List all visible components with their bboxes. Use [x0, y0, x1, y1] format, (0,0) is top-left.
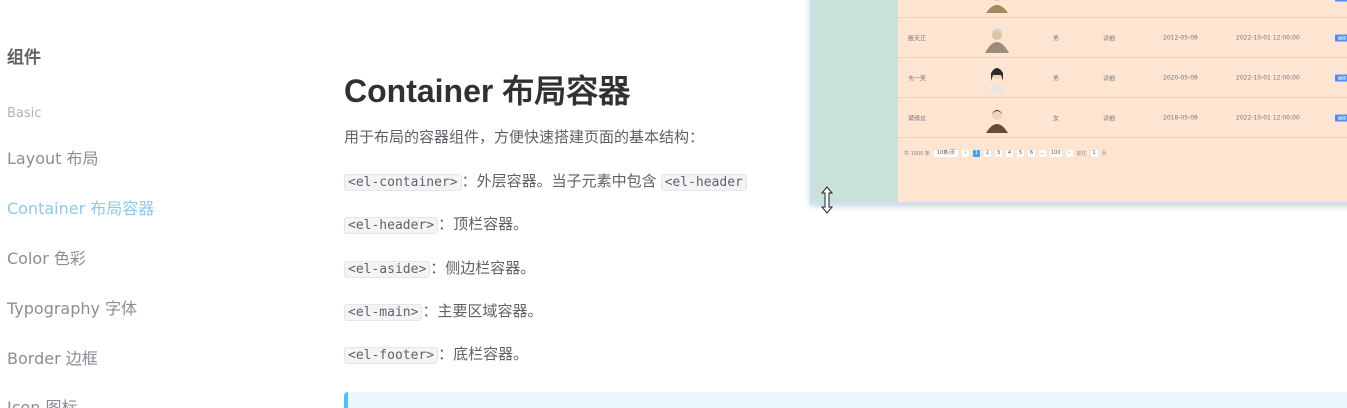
table-row: 殷天正 男 详细 2012-05-09 2022-10-01 12:00:00 … [898, 18, 1347, 58]
sidebar-item-color[interactable]: Color 色彩 [7, 245, 86, 269]
resize-cursor-icon [820, 186, 834, 214]
page-ellipsis[interactable]: ... [1038, 150, 1046, 157]
goto-prefix: 前往 [1076, 151, 1087, 157]
page-description: 用于布局的容器组件，方便快速搭建页面的基本结构： [344, 128, 705, 146]
table-row: 黛绮丝 女 详细 2018-05-09 2022-10-01 12:00:00 … [898, 98, 1347, 138]
edit-button[interactable]: 编辑 [1335, 34, 1347, 41]
demo-block[interactable] [344, 392, 1347, 408]
avatar-image [985, 28, 1009, 53]
table-row: 韦一笑 男 详细 2020-05-09 2022-10-01 12:00:00 … [898, 58, 1347, 98]
sidebar-heading: 组件 [7, 48, 41, 68]
gender-cell: 女 [1053, 115, 1060, 122]
footer-text: ：底栏容器。 [438, 345, 529, 363]
aside-line: <el-aside> ：侧边栏容器。 [344, 257, 535, 279]
sidebar-item-layout[interactable]: Layout 布局 [7, 145, 98, 169]
name-cell: 殷天正 [908, 35, 927, 42]
page-size-select[interactable]: 10条/页 [933, 150, 958, 157]
sidebar: 组件 Basic Layout 布局 Container 布局容器 Color … [0, 0, 300, 408]
header-text: ：顶栏容器。 [438, 215, 529, 233]
page-3[interactable]: 3 [994, 150, 1002, 157]
sidebar-item-icon[interactable]: Icon 图标 [7, 394, 78, 408]
page-1[interactable]: 1 [972, 150, 980, 157]
avatar-image [986, 109, 1008, 133]
detail-cell: 详细 [1103, 75, 1116, 82]
header-line: <el-header> ：顶栏容器。 [344, 213, 528, 235]
date-cell: 2012-05-09 [1163, 34, 1198, 41]
sidebar-group-label: Basic [7, 106, 42, 121]
container-text: ：外层容器。当子元素中包含 [461, 172, 657, 190]
pagination-total: 共 1000 条 [904, 151, 930, 157]
header-tag-inline: <el-header [660, 174, 747, 191]
edit-button[interactable]: 编辑 [1335, 114, 1347, 121]
page-5[interactable]: 5 [1016, 150, 1024, 157]
footer-tag: <el-footer> [344, 347, 439, 364]
footer-line: <el-footer> ：底栏容器。 [344, 343, 528, 365]
avatar-image [986, 0, 1008, 13]
edit-button[interactable]: 编辑 [1335, 74, 1347, 81]
date-cell: 2020-05-09 [1163, 74, 1198, 81]
name-cell: 韦一笑 [908, 75, 927, 82]
prev-page-icon[interactable]: ‹ [961, 150, 969, 157]
sidebar-item-typography[interactable]: Typography 字体 [7, 295, 137, 319]
page-2[interactable]: 2 [983, 150, 991, 157]
name-cell: 黛绮丝 [908, 115, 927, 122]
main-line: <el-main> ：主要区域容器。 [344, 300, 542, 322]
edit-button[interactable]: 编辑 [1335, 0, 1347, 1]
detail-cell: 详细 [1103, 115, 1116, 122]
aside-text: ：侧边栏容器。 [430, 259, 536, 277]
time-cell: 2022-10-01 12:00:00 [1236, 74, 1300, 81]
gender-cell: 男 [1053, 75, 1060, 82]
gender-cell: 男 [1053, 35, 1060, 42]
main-text: ：主要区域容器。 [422, 302, 543, 320]
preview-main: 编辑 殷天正 男 详细 2012-05-09 2022-10-01 12:00:… [898, 0, 1347, 202]
page-title: Container 布局容器 [344, 73, 631, 109]
time-cell: 2022-10-01 12:00:00 [1236, 34, 1300, 41]
date-cell: 2018-05-09 [1163, 114, 1198, 121]
page-6[interactable]: 6 [1027, 150, 1035, 157]
goto-suffix: 页 [1101, 151, 1107, 157]
table-row: 编辑 [898, 0, 1347, 18]
preview-aside [812, 0, 898, 202]
sidebar-item-container[interactable]: Container 布局容器 [7, 195, 154, 219]
container-tag: <el-container> [344, 174, 462, 191]
docs-page: 组件 Basic Layout 布局 Container 布局容器 Color … [0, 0, 1347, 408]
detail-cell: 详细 [1103, 35, 1116, 42]
pagination: 共 1000 条 10条/页 ‹ 1 2 3 4 5 6 ... 100 › 前… [904, 150, 1107, 157]
time-cell: 2022-10-01 12:00:00 [1236, 114, 1300, 121]
aside-tag: <el-aside> [344, 261, 431, 278]
page-4[interactable]: 4 [1005, 150, 1013, 157]
page-100[interactable]: 100 [1049, 150, 1062, 157]
goto-input[interactable]: 1 [1090, 150, 1098, 157]
container-line: <el-container> ：外层容器。当子元素中包含 <el-header [344, 170, 747, 192]
sidebar-item-border[interactable]: Border 边框 [7, 345, 98, 369]
preview-window[interactable]: 编辑 殷天正 男 详细 2012-05-09 2022-10-01 12:00:… [810, 0, 1347, 204]
next-page-icon[interactable]: › [1065, 150, 1073, 157]
main-tag: <el-main> [344, 304, 423, 321]
header-tag: <el-header> [344, 217, 439, 234]
avatar-image [989, 67, 1005, 93]
